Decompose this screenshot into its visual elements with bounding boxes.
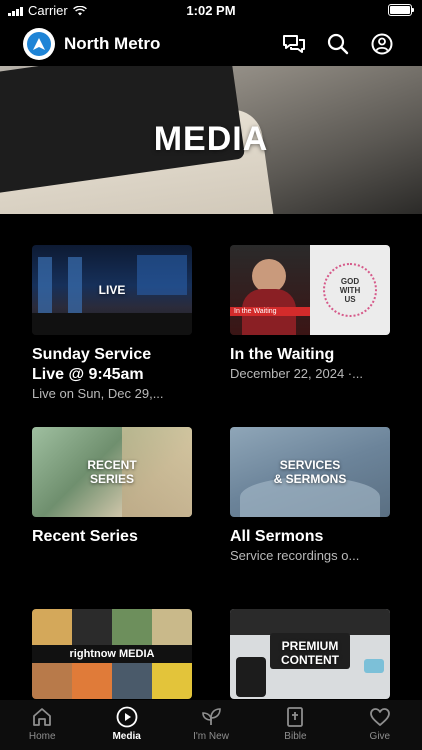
media-card-all-sermons[interactable]: SERVICES & SERMONS All Sermons Service r… <box>230 427 390 565</box>
thumbnail-label: RECENT SERIES <box>87 458 137 486</box>
card-title: All Sermons <box>230 528 324 545</box>
media-thumbnail: rightnow MEDIA <box>32 609 192 699</box>
card-title: Recent Series <box>32 528 138 545</box>
search-icon[interactable] <box>325 31 351 57</box>
bible-icon <box>287 707 304 727</box>
app-header: North Metro <box>0 22 422 66</box>
tab-label: Media <box>112 731 141 742</box>
tab-label: Home <box>28 731 56 742</box>
hero-title: MEDIA <box>153 120 269 158</box>
home-icon <box>33 708 52 726</box>
heart-icon <box>369 708 390 726</box>
media-card-premium-content[interactable]: PREMIUM CONTENT <box>230 609 390 699</box>
thumbnail-label: SERVICES & SERMONS <box>273 458 347 486</box>
media-card-recent-series[interactable]: RECENT SERIES Recent Series <box>32 427 192 547</box>
tab-give[interactable]: Give <box>338 700 422 750</box>
media-thumbnail: In the Waiting GOD WITH US <box>230 245 390 335</box>
thumbnail-label: LIVE <box>98 283 126 297</box>
media-card-rightnow-media[interactable]: rightnow MEDIA <box>32 609 192 699</box>
media-thumbnail: SERVICES & SERMONS <box>230 427 390 517</box>
thumbnail-label: rightnow MEDIA <box>32 645 192 663</box>
status-bar: Carrier 1:02 PM <box>0 0 422 22</box>
tab-label: Bible <box>284 731 307 742</box>
media-thumbnail: RECENT SERIES <box>32 427 192 517</box>
media-thumbnail: PREMIUM CONTENT <box>230 609 390 699</box>
sprout-icon <box>202 708 221 725</box>
logo-arrow-icon <box>33 38 45 50</box>
clock: 1:02 PM <box>186 3 236 18</box>
app-title: North Metro <box>64 34 161 53</box>
card-subtitle: Live on Sun, Dec 29,... <box>32 386 164 401</box>
play-icon <box>116 706 138 728</box>
card-subtitle: December 22, 2024 ·... <box>230 366 363 381</box>
tab-bible[interactable]: Bible <box>253 700 337 750</box>
card-title: In the Waiting <box>230 346 335 363</box>
battery-icon <box>388 4 414 16</box>
card-subtitle: Service recordings o... <box>230 548 360 563</box>
tab-home[interactable]: Home <box>0 700 84 750</box>
church-logo[interactable] <box>23 28 55 60</box>
tab-label: Give <box>369 731 391 742</box>
thumbnail-badge: GOD WITH US <box>323 263 377 317</box>
tab-label: I'm New <box>193 731 229 742</box>
card-title: Sunday Service Live @ 9:45am <box>32 346 152 383</box>
media-thumbnail: LIVE <box>32 245 192 335</box>
profile-icon[interactable] <box>369 31 395 57</box>
tab-im-new[interactable]: I'm New <box>169 700 253 750</box>
media-card-sunday-service[interactable]: LIVE Sunday Service Live @ 9:45am Live o… <box>32 245 192 403</box>
media-hero-banner: MEDIA <box>0 66 422 214</box>
chat-icon[interactable] <box>281 31 307 57</box>
tab-media[interactable]: Media <box>84 700 168 750</box>
thumbnail-caption: In the Waiting <box>234 308 277 315</box>
media-card-in-the-waiting[interactable]: In the Waiting GOD WITH US In the Waitin… <box>230 245 390 383</box>
thumbnail-label: PREMIUM CONTENT <box>281 639 339 667</box>
bottom-tab-bar: Home Media I'm New Bible Give <box>0 700 422 750</box>
